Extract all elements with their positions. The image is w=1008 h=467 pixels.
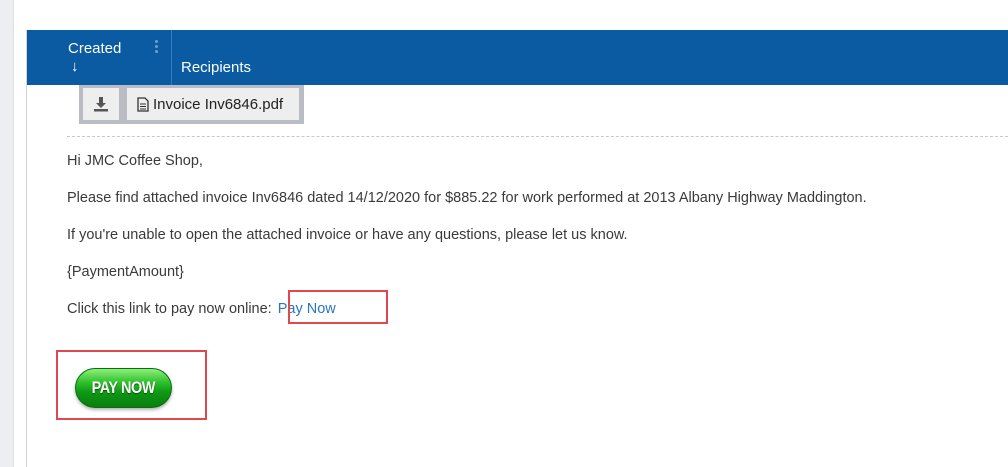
document-icon <box>137 96 149 112</box>
column-created-label: Created <box>68 40 122 57</box>
panel-border <box>26 30 27 467</box>
attachment-file-button[interactable]: Invoice Inv6846.pdf <box>127 88 299 120</box>
email-body: Hi JMC Coffee Shop, Please find attached… <box>67 150 867 335</box>
highlight-box-link <box>288 290 388 324</box>
email-greeting: Hi JMC Coffee Shop, <box>67 153 203 169</box>
sort-descending-icon[interactable]: ↓ <box>71 58 79 75</box>
payment-amount-placeholder: {PaymentAmount} <box>67 264 184 280</box>
column-created[interactable]: Created ↓ <box>27 30 172 85</box>
pay-prompt-text: Click this link to pay now online: <box>67 301 272 317</box>
column-menu-icon[interactable] <box>155 40 159 56</box>
download-button[interactable] <box>83 88 119 120</box>
pay-now-button[interactable]: PAY NOW <box>75 368 172 408</box>
dashed-separator <box>67 136 1008 137</box>
pay-prompt-line: Click this link to pay now online: Pay N… <box>67 298 867 335</box>
left-sidebar-strip <box>0 0 14 467</box>
email-help-line: If you're unable to open the attached in… <box>67 227 628 243</box>
attachment-filename: Invoice Inv6846.pdf <box>153 95 284 113</box>
attachment-bar: Invoice Inv6846.pdf <box>79 85 304 124</box>
column-recipients-label[interactable]: Recipients <box>181 59 251 76</box>
email-body-line: Please find attached invoice Inv6846 dat… <box>67 190 867 206</box>
grid-header: Created ↓ Recipients <box>27 30 1008 85</box>
pay-now-button-label: PAY NOW <box>91 378 156 397</box>
download-icon <box>94 97 108 112</box>
